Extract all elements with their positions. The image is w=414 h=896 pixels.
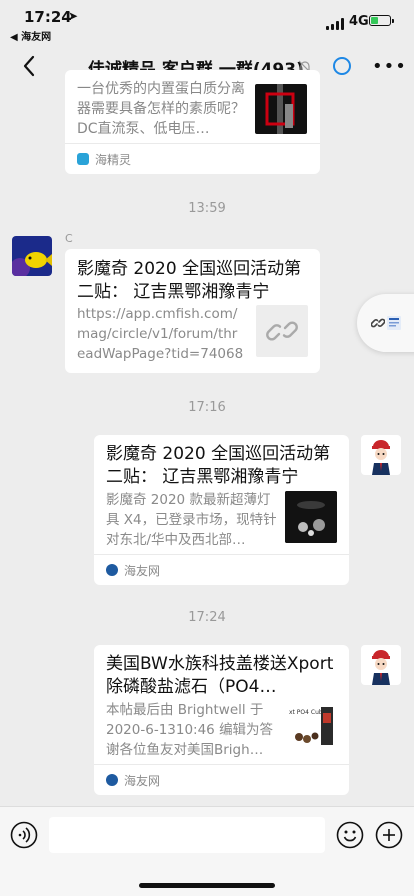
link-card-2-url: https://app.cmfish.com/mag/circle/v1/for… — [77, 306, 244, 362]
avatar[interactable] — [361, 435, 401, 475]
back-chevron-icon[interactable] — [18, 54, 42, 78]
status-time: 17:24 — [24, 8, 72, 26]
sender-name: C — [65, 232, 73, 245]
network-type: 4G — [349, 14, 369, 29]
voice-input-icon[interactable] — [10, 821, 38, 849]
haiyou-logo-icon — [106, 774, 118, 786]
link-card-4-source: 海友网 — [124, 774, 161, 788]
link-card-2-title: 影魔奇 2020 全国巡回活动第二贴： 辽吉黑鄂湘豫青宁 — [77, 259, 302, 302]
link-card-4-footer: 海友网 — [94, 764, 349, 795]
back-to-app-link[interactable]: ◀ 海友网 — [10, 28, 51, 43]
plus-icon[interactable] — [375, 821, 403, 849]
chat-input-bar — [0, 806, 414, 863]
home-indicator-area — [0, 862, 414, 896]
link-card-4-title: 美国BW水族科技盖楼送Xport除磷酸盐滤石（PO4… — [106, 654, 334, 697]
link-card-2[interactable]: 影魔奇 2020 全国巡回活动第二贴： 辽吉黑鄂湘豫青宁 https://app… — [65, 249, 320, 373]
link-card-3-desc: 影魔奇 2020 款最新超薄灯具 X4，已登录市场，现特针对东北/华中及西北部… — [106, 492, 277, 548]
link-card-3-footer: 海友网 — [94, 554, 349, 585]
floating-link-icon — [371, 318, 385, 328]
timestamp: 17:24 — [188, 610, 226, 625]
link-card-4[interactable]: 美国BW水族科技盖楼送Xport除磷酸盐滤石（PO4… 本帖最后由 Bright… — [94, 645, 349, 795]
mini-program-icon — [77, 153, 89, 165]
link-card-3[interactable]: 影魔奇 2020 全国巡回活动第二贴： 辽吉黑鄂湘豫青宁 影魔奇 2020 款最… — [94, 435, 349, 585]
link-card-4-thumbnail: xt PO4 Cubes — [285, 701, 337, 753]
location-arrow-icon: ➤ — [68, 9, 79, 23]
more-options-button[interactable]: ••• — [372, 58, 407, 76]
link-card-1-source: 海精灵 — [95, 153, 132, 167]
link-card-4-desc: 本帖最后由 Brightwell 于 2020-6-1310:46 编辑为答谢各… — [106, 702, 274, 758]
timestamp: 13:59 — [188, 201, 226, 216]
link-card-1-footer: 海精灵 — [65, 143, 320, 174]
status-bar: 17:24 ➤ ◀ 海友网 4G — [0, 0, 414, 44]
link-card-1-thumbnail — [255, 84, 307, 134]
avatar[interactable] — [12, 236, 52, 276]
home-indicator[interactable] — [139, 883, 275, 888]
avatar[interactable] — [361, 645, 401, 685]
message-input[interactable] — [49, 817, 325, 853]
floating-window-tab[interactable] — [357, 294, 414, 352]
link-card-3-thumbnail — [285, 491, 337, 543]
link-card-3-source: 海友网 — [124, 564, 161, 578]
link-card-1-title: 一台优秀的内置蛋白质分离器需要具备怎样的素质呢？DC直流泵、低电压… — [77, 81, 245, 137]
emoji-icon[interactable] — [336, 821, 364, 849]
link-icon — [266, 321, 298, 341]
link-placeholder-thumb — [256, 305, 308, 357]
signal-icon — [326, 18, 344, 30]
floating-thumb-icon — [387, 316, 401, 330]
timestamp: 17:16 — [188, 400, 226, 415]
link-card-3-title: 影魔奇 2020 全国巡回活动第二贴： 辽吉黑鄂湘豫青宁 — [106, 444, 331, 487]
battery-icon — [369, 15, 394, 26]
haiyou-logo-icon — [106, 564, 118, 576]
status-ring-icon[interactable] — [332, 56, 352, 76]
link-card-1[interactable]: 一台优秀的内置蛋白质分离器需要具备怎样的素质呢？DC直流泵、低电压… 海精灵 — [65, 70, 320, 174]
